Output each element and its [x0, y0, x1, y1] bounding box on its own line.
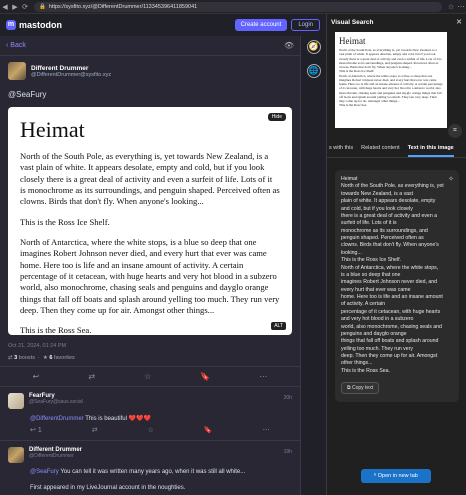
- avatar[interactable]: [8, 447, 24, 463]
- thumbnail-line: This is the Ross Sea.: [339, 103, 368, 108]
- boost-icon[interactable]: ⇄: [92, 426, 98, 434]
- image-paragraph: North of Antarctica, where the white sto…: [20, 237, 280, 316]
- reply-text-second-line: First appeared in my LiveJournal account…: [30, 485, 186, 491]
- favorite-star-icon[interactable]: ☆: [446, 3, 456, 11]
- post-mention[interactable]: @SeaFury: [0, 86, 300, 103]
- reload-icon[interactable]: ⟳: [20, 3, 30, 11]
- address-bar[interactable]: 🔒 https://sysfito.xyz/@DifferentDrummer/…: [34, 1, 442, 12]
- eye-icon[interactable]: 👁: [284, 41, 294, 50]
- reply-time[interactable]: 19h: [284, 449, 292, 455]
- explore-compass-icon[interactable]: 🧭: [306, 40, 321, 54]
- boost-icon[interactable]: ⇄: [88, 372, 95, 381]
- image-paragraph: This is the Ross Ice Shelf.: [20, 216, 110, 227]
- avatar[interactable]: [8, 393, 24, 409]
- reply-item[interactable]: FearFury @SeaFury@saus.social 20h @Diffe…: [0, 387, 300, 441]
- favorite-star-icon[interactable]: ☆: [148, 426, 154, 434]
- extracted-text[interactable]: Heimat North of the South Pole, as every…: [341, 176, 453, 375]
- create-account-button[interactable]: Create account: [234, 19, 288, 31]
- mastodon-app: m mastodon Create account Login ‹ Back 👁…: [0, 14, 326, 495]
- boosts-count: 3: [14, 355, 18, 361]
- boosts-label[interactable]: boosts: [19, 355, 35, 361]
- extracted-text-card: ✧ Heimat North of the South Pole, as eve…: [335, 170, 459, 402]
- image-paragraph: This is the Ross Sea.: [20, 325, 92, 335]
- reply-count: 1: [37, 427, 42, 434]
- visual-search-panel: Visual Search ✕ Heimat North of the Sout…: [326, 14, 466, 495]
- reply-text: @SeaFury You can tell it was written man…: [8, 463, 292, 479]
- star-icon: ★: [42, 355, 48, 361]
- author-name: Different Drummer: [31, 64, 89, 72]
- favorites-count: 6: [49, 355, 53, 361]
- logo-text: mastodon: [19, 20, 63, 30]
- reply-author-handle: @DifferentDrummer: [29, 453, 74, 459]
- favorites-label[interactable]: favorites: [54, 355, 75, 361]
- reply-mention[interactable]: @DifferentDrummer: [30, 416, 84, 422]
- alt-text-button[interactable]: ALT: [271, 322, 286, 330]
- copy-text-button[interactable]: ⧉ Copy text: [341, 382, 380, 394]
- crop-search-icon[interactable]: ⌗: [448, 124, 462, 138]
- boost-icon: ⇄: [8, 355, 13, 361]
- post-timestamp[interactable]: Oct 21, 2024, 01:24 PM: [0, 339, 300, 353]
- bing-icon: ᵇ: [374, 473, 377, 479]
- column-header: ‹ Back 👁: [0, 36, 300, 56]
- more-icon[interactable]: ⋯: [259, 372, 267, 381]
- hide-media-button[interactable]: Hide: [267, 113, 286, 121]
- copy-text-label: Copy text: [351, 385, 374, 391]
- lock-icon: 🔒: [39, 3, 46, 10]
- address-bar-text: https://sysfito.xyz/@DifferentDrummer/11…: [48, 3, 198, 10]
- back-button[interactable]: ‹ Back: [6, 42, 26, 49]
- thread-column: ‹ Back 👁 Different Drummer @DifferentDru…: [0, 36, 300, 495]
- favorite-star-icon[interactable]: ☆: [144, 372, 151, 381]
- browser-toolbar: ◀ ▶ ⟳ 🔒 https://sysfito.xyz/@DifferentDr…: [0, 0, 466, 14]
- back-label: Back: [10, 42, 26, 49]
- reply-text: @DifferentDrummer This is beautiful ❤️❤️…: [8, 409, 292, 426]
- mastodon-logo[interactable]: m mastodon: [6, 20, 62, 30]
- forward-arrow-icon[interactable]: ▶: [10, 3, 20, 11]
- panel-header: Visual Search ✕: [327, 14, 466, 30]
- reply-actions: ↩ 1 ⇄ ☆ 🔖 ⋯: [8, 426, 292, 434]
- heart-icons: ❤️❤️❤️: [128, 416, 152, 422]
- tab-text-in-image[interactable]: Text in this image: [407, 142, 454, 157]
- image-paragraph: North of the South Pole, as everything i…: [20, 151, 280, 207]
- reply-body: This is beautiful: [83, 416, 129, 422]
- top-bar: m mastodon Create account Login: [0, 14, 326, 36]
- post-stats: ⇄ 3 boosts · ★ 6 favorites: [0, 353, 300, 367]
- post-image[interactable]: Hide Heimat North of the South Pole, as …: [8, 107, 292, 335]
- thumbnail-title: Heimat: [339, 36, 366, 46]
- thumbnail-line: North of Antarctica, where the white sto…: [339, 73, 443, 104]
- tab-pages-with-this[interactable]: s with this: [329, 142, 353, 157]
- login-button[interactable]: Login: [291, 19, 320, 31]
- back-arrow-icon[interactable]: ◀: [0, 3, 10, 11]
- bookmark-icon[interactable]: 🔖: [200, 372, 210, 381]
- mastodon-logo-icon: m: [6, 20, 16, 30]
- reply-icon[interactable]: ↩ 1: [30, 426, 42, 434]
- browser-menu-icon[interactable]: ⋯: [456, 3, 466, 11]
- reply-body: You can tell it was written many years a…: [58, 469, 246, 475]
- reply-time[interactable]: 20h: [284, 395, 292, 401]
- reply-item[interactable]: Different Drummer @DifferentDrummer 19h …: [0, 441, 300, 495]
- close-icon[interactable]: ✕: [456, 18, 462, 26]
- more-icon[interactable]: ⋯: [263, 426, 270, 434]
- avatar[interactable]: [8, 62, 26, 80]
- reply-author-handle: @SeaFury@saus.social: [29, 399, 83, 405]
- post-author[interactable]: Different Drummer @DifferentDrummer@sysf…: [0, 56, 300, 86]
- open-in-new-tab-button[interactable]: ᵇ Open in new tab: [361, 469, 431, 483]
- panel-tabs: s with this Related content Text in this…: [327, 142, 466, 158]
- right-rail: 🧭 🌐: [300, 36, 326, 495]
- reply-icon[interactable]: ↩: [33, 372, 40, 381]
- panel-title: Visual Search: [331, 18, 374, 26]
- image-title: Heimat: [20, 117, 85, 142]
- open-new-tab-label: Open in new tab: [377, 473, 418, 479]
- thumbnail-line: North of the South Pole, as everything i…: [339, 48, 442, 69]
- reply-mention[interactable]: @SeaFury: [30, 469, 59, 475]
- globe-icon[interactable]: 🌐: [306, 64, 321, 78]
- post-actions: ↩ ⇄ ☆ 🔖 ⋯: [0, 367, 300, 387]
- bookmark-icon[interactable]: 🔖: [204, 426, 213, 434]
- search-image-thumbnail[interactable]: Heimat North of the South Pole, as every…: [335, 32, 447, 128]
- author-handle: @DifferentDrummer@sysfito.xyz: [31, 71, 112, 78]
- sparkle-icon: ✧: [448, 176, 454, 183]
- tab-related-content[interactable]: Related content: [361, 142, 400, 157]
